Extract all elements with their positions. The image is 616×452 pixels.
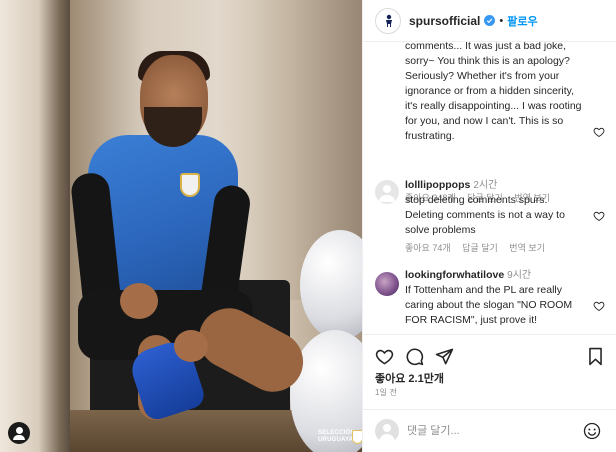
comment-time: 9시간 [507, 270, 532, 281]
comment-text: lolllipoppops 2시간 stop deleting comments … [405, 178, 585, 238]
avatar[interactable] [375, 180, 399, 204]
reply-button[interactable]: 답글 달기 [462, 243, 498, 253]
post-photo[interactable]: SELECCIÓN URUGUAYA [0, 0, 362, 452]
heart-icon[interactable] [593, 126, 605, 138]
post-likes-count[interactable]: 좋아요 2.1만개 [375, 370, 444, 386]
share-icon[interactable] [435, 347, 454, 366]
comment-username[interactable]: lookingforwhatilove [405, 269, 504, 281]
follow-button[interactable]: 팔로우 [507, 13, 537, 29]
post-side-panel: spursofficial • 팔로우 comments... It was j… [362, 0, 616, 452]
comment-body: stop deleting comments spurs. Deleting c… [405, 194, 565, 236]
uruguay-crest-icon [180, 173, 200, 197]
tagged-user-icon[interactable] [8, 422, 30, 444]
avatar [375, 419, 399, 443]
comments-list[interactable]: comments... It was just a bad joke, sorr… [363, 42, 616, 332]
heart-icon[interactable] [593, 210, 605, 222]
post-actions [363, 334, 616, 369]
bookmark-icon[interactable] [586, 347, 605, 366]
comment-icon[interactable] [405, 347, 424, 366]
heart-icon[interactable] [593, 300, 605, 312]
seleccion-uruguaya-watermark: SELECCIÓN URUGUAYA [318, 430, 362, 444]
comment-input[interactable] [407, 425, 577, 437]
comment-text: comments... It was just a bad joke, sorr… [405, 42, 585, 144]
username[interactable]: spursofficial [409, 14, 480, 28]
watermark-line2: URUGUAYA [318, 437, 354, 443]
heart-icon[interactable] [375, 347, 394, 366]
photo-doorframe [0, 0, 70, 452]
spurs-logo-icon[interactable] [375, 7, 401, 34]
post-timestamp[interactable]: 1일 전 [375, 387, 397, 398]
comment-body: comments... It was just a bad joke, sorr… [405, 42, 582, 142]
action-icons-row [375, 345, 605, 369]
comment-likes[interactable]: 좋아요 74개 [405, 243, 451, 253]
avatar-icon [379, 185, 395, 202]
photo-medicine-balls [290, 230, 362, 452]
avatar[interactable] [375, 272, 399, 296]
comment-username[interactable]: lolllipoppops [405, 179, 470, 191]
comment-time: 2시간 [473, 180, 498, 191]
comment-text: lookingforwhatilove 9시간 If Tottenham and … [405, 268, 585, 328]
post-header: spursofficial • 팔로우 [363, 0, 616, 42]
auf-crest-icon [352, 430, 362, 444]
translate-button[interactable]: 번역 보기 [509, 243, 545, 253]
photo-player [69, 51, 314, 452]
add-comment-bar [363, 409, 616, 452]
header-separator: • [499, 14, 504, 27]
verified-icon [484, 15, 496, 26]
comment-meta: 좋아요 74개 답글 달기 번역 보기 [405, 241, 554, 254]
watermark-line1: SELECCIÓN [318, 430, 355, 436]
comment-body: If Tottenham and the PL are really carin… [405, 284, 573, 326]
emoji-icon[interactable] [583, 422, 601, 440]
